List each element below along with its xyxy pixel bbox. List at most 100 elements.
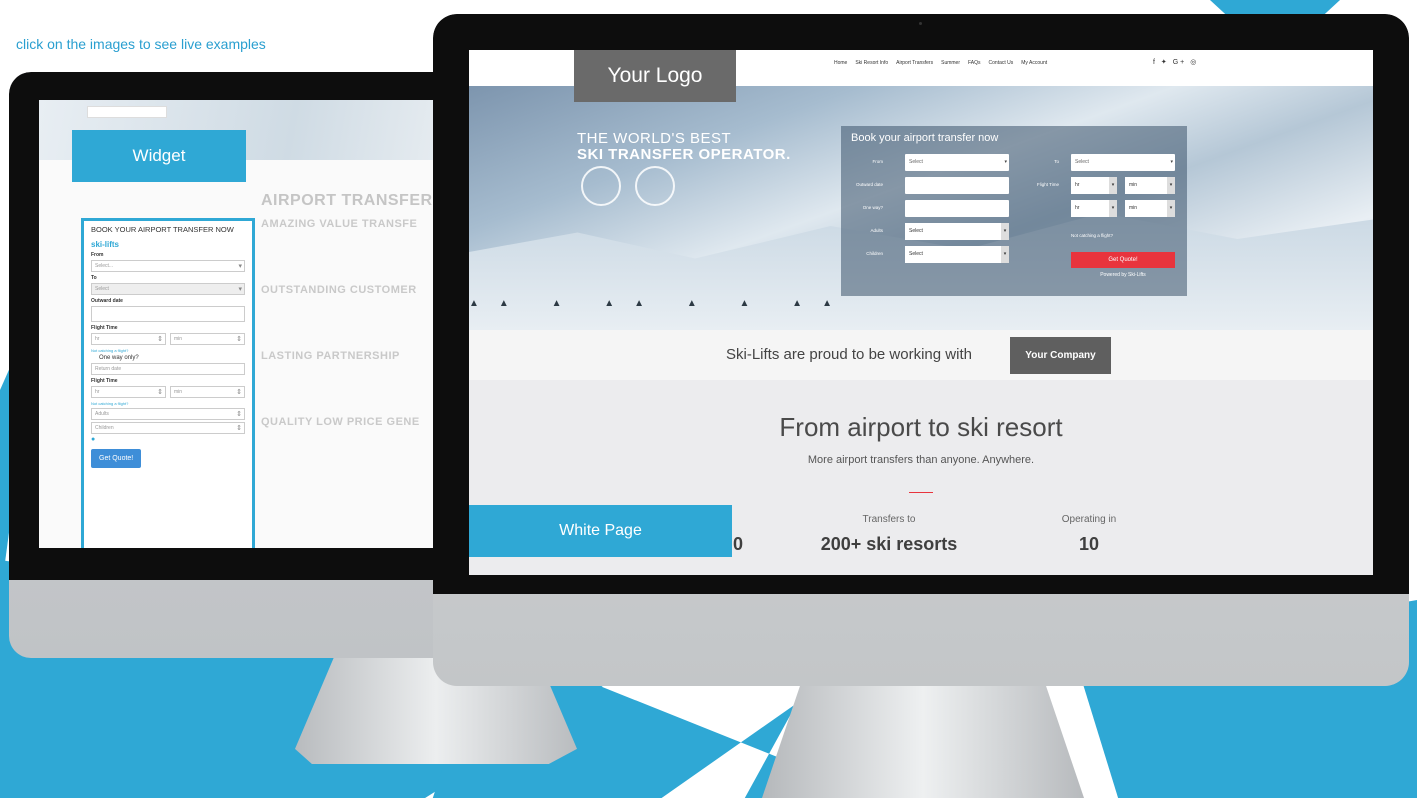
form-children-select[interactable]: Select ▾ xyxy=(905,246,1009,263)
article-content: AIRPORT TRANSFERS AMAZING VALUE TRANSFE … xyxy=(261,192,459,428)
instagram-icon[interactable]: ◎ xyxy=(1190,59,1198,66)
partner-text: Ski-Lifts are proud to be working with xyxy=(726,346,972,363)
divider xyxy=(909,492,933,493)
nav-home[interactable]: Home xyxy=(834,60,847,66)
form-outward-input[interactable] xyxy=(905,177,1009,194)
site-logo[interactable]: Your Logo xyxy=(574,50,736,102)
facebook-icon[interactable]: f xyxy=(1153,59,1157,66)
form-minute-value: min xyxy=(1129,182,1138,188)
widget-outward-input[interactable] xyxy=(91,306,245,322)
chevron-down-icon: ▾ xyxy=(1170,159,1173,165)
widget-hour-select[interactable]: hr ⇕ xyxy=(91,333,166,345)
chevron-down-icon: ▾ xyxy=(1109,200,1117,217)
form-to-label: To xyxy=(1054,159,1059,164)
stepper-icon: ⇕ xyxy=(157,336,163,343)
social-icons: f ✦ G+ ◎ xyxy=(1153,58,1198,66)
form-hour-value-2: hr xyxy=(1075,205,1080,211)
widget-from-label: From xyxy=(91,252,104,258)
article-section-title: LASTING PARTNERSHIP xyxy=(261,350,400,362)
partner-company-logo: Your Company xyxy=(1010,337,1111,374)
right-screen[interactable]: Home Ski Resort Info Airport Transfers S… xyxy=(469,50,1373,575)
right-monitor[interactable]: Home Ski Resort Info Airport Transfers S… xyxy=(433,14,1409,686)
widget-hour-select-2[interactable]: hr ⇕ xyxy=(91,386,166,398)
google-plus-icon[interactable]: G+ xyxy=(1173,59,1187,66)
widget-children-select[interactable]: Children ⇕ xyxy=(91,422,245,434)
article-paragraph xyxy=(261,234,459,264)
chevron-down-icon: ▾ xyxy=(1167,177,1175,194)
form-hour-select-2[interactable]: hr ▾ xyxy=(1071,200,1117,217)
form-to-select[interactable]: Select ▾ xyxy=(1071,154,1175,171)
form-minute-select[interactable]: min ▾ xyxy=(1125,177,1175,194)
stepper-icon: ⇕ xyxy=(236,411,242,418)
widget-minute-select[interactable]: min ⇕ xyxy=(170,333,245,345)
stage: click on the images to see live examples… xyxy=(0,0,1417,798)
form-minute-value-2: min xyxy=(1129,205,1138,211)
left-header-logo xyxy=(87,106,167,118)
form-children-value: Select xyxy=(909,251,923,257)
widget-get-quote-button[interactable]: Get Quote! xyxy=(91,449,142,468)
hero-banner: ▲▲ ▲ ▲▲ ▲ ▲ ▲▲ THE WORLD'S BEST SKI TRAN… xyxy=(469,86,1373,330)
widget-return-date-input[interactable]: Return date xyxy=(91,363,245,375)
form-adults-select[interactable]: Select ▾ xyxy=(905,223,1009,240)
stat-value-3: 10 xyxy=(1078,534,1100,554)
nav-ski-resort-info[interactable]: Ski Resort Info xyxy=(855,60,888,66)
chevron-down-icon: ▾ xyxy=(238,263,242,270)
chevron-down-icon: ▾ xyxy=(1109,177,1117,194)
info-icon[interactable]: ● xyxy=(91,436,245,443)
article-heading: AIRPORT TRANSFERS xyxy=(261,192,444,209)
nav-contact-us[interactable]: Contact Us xyxy=(989,60,1014,66)
form-return-input[interactable] xyxy=(905,200,1009,217)
form-get-quote-button[interactable]: Get Quote! xyxy=(1071,252,1175,268)
partner-banner: Ski-Lifts are proud to be working with Y… xyxy=(469,330,1373,380)
widget-hour-value-2: hr xyxy=(95,389,100,395)
widget-flight-link[interactable]: Not catching a flight? xyxy=(91,348,245,353)
booking-widget: BOOK YOUR AIRPORT TRANSFER NOW ski-lifts… xyxy=(81,218,255,548)
widget-from-select[interactable]: Select... ▾ xyxy=(91,260,245,272)
twitter-icon[interactable]: ✦ xyxy=(1161,59,1169,66)
widget-flight-time-row-2: hr ⇕ min ⇕ xyxy=(91,384,245,398)
award-badge-icon xyxy=(635,166,675,206)
stat-label-2: Transfers to xyxy=(862,514,916,525)
form-hour-select[interactable]: hr ▾ xyxy=(1071,177,1117,194)
form-adults-label: Adults xyxy=(870,228,883,233)
nav-links: Home Ski Resort Info Airport Transfers S… xyxy=(834,60,1047,66)
nav-airport-transfers[interactable]: Airport Transfers xyxy=(896,60,933,66)
widget-flight-link-2[interactable]: Not catching a flight? xyxy=(91,401,245,406)
info-section: From airport to ski resort More airport … xyxy=(469,380,1373,575)
widget-label[interactable]: Widget xyxy=(72,130,246,182)
widget-minute-value-2: min xyxy=(174,389,183,395)
widget-from-value: Select... xyxy=(95,263,114,269)
widget-to-value: Select xyxy=(95,286,109,292)
form-hour-value: hr xyxy=(1075,182,1080,188)
caption-text[interactable]: click on the images to see live examples xyxy=(16,36,266,52)
article-section-title: OUTSTANDING CUSTOMER xyxy=(261,284,417,296)
form-from-label: From xyxy=(872,159,884,164)
widget-one-way-checkbox[interactable]: One way only? xyxy=(91,355,245,361)
stepper-icon: ⇕ xyxy=(236,389,242,396)
widget-to-label: To xyxy=(91,275,97,281)
camera-dot xyxy=(919,22,922,25)
white-page-label[interactable]: White Page xyxy=(469,505,732,557)
form-children-label: Children xyxy=(866,251,883,256)
form-flight-link[interactable]: Not catching a flight? xyxy=(1071,233,1113,238)
form-adults-value: Select xyxy=(909,228,923,234)
nav-faqs[interactable]: FAQs xyxy=(968,60,981,66)
stepper-icon: ⇕ xyxy=(236,336,242,343)
widget-children-value: Children xyxy=(95,425,114,431)
form-one-way-label[interactable]: One way? xyxy=(843,205,883,210)
widget-minute-select-2[interactable]: min ⇕ xyxy=(170,386,245,398)
article-section-title: AMAZING VALUE TRANSFE xyxy=(261,218,418,230)
chevron-down-icon: ▾ xyxy=(1001,223,1009,240)
widget-adults-select[interactable]: Adults ⇕ xyxy=(91,408,245,420)
nav-summer[interactable]: Summer xyxy=(941,60,960,66)
form-from-select[interactable]: Select ▾ xyxy=(905,154,1009,171)
hero-booking-form: Book your airport transfer now From Sele… xyxy=(841,126,1187,296)
stepper-icon: ⇕ xyxy=(157,389,163,396)
tree-silhouettes: ▲▲ ▲ ▲▲ ▲ ▲ ▲▲ xyxy=(469,298,852,309)
form-minute-select-2[interactable]: min ▾ xyxy=(1125,200,1175,217)
form-outward-label: Outward date xyxy=(855,182,883,187)
right-monitor-stand xyxy=(762,684,1084,798)
widget-to-select[interactable]: Select ▾ xyxy=(91,283,245,295)
nav-my-account[interactable]: My Account xyxy=(1021,60,1047,66)
stepper-icon: ⇕ xyxy=(236,425,242,432)
